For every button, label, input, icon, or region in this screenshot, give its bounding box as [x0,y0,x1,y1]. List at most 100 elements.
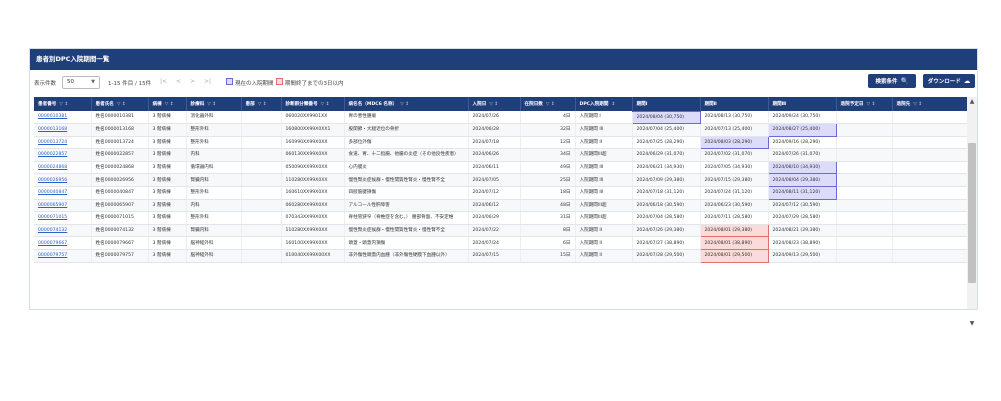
cell-ward: 3 階病棟 [148,148,187,162]
cell-p1: 2024/06/21 (34,930) [632,161,701,175]
cell-dept: 脳神経外科 [186,249,242,263]
cell-part [241,199,282,213]
last-page-button[interactable]: >| [204,78,211,85]
cell-period: 入院期間 III [575,123,633,137]
cell-id[interactable]: 0000079757 [34,249,92,263]
cell-discharge-dest [892,186,971,200]
cell-disease: 頭蓋・頭蓋内損傷 [344,236,469,251]
cell-ward: 3 階病棟 [148,136,187,150]
cell-days: 34日 [520,148,576,162]
cell-disease: 股関節・大腿近位の骨折 [344,123,469,137]
cell-id[interactable]: 0000071015 [34,211,92,225]
next-page-button[interactable]: > [190,78,195,85]
cell-id[interactable]: 0000013168 [34,123,92,137]
col-header-label: 退院予定日 [840,102,864,107]
table-row: 0000013168 姓名0000013168 3 階病棟 整形外科 160800XX9… [34,123,971,137]
cell-p2: 2024/07/11 (28,580) [700,211,769,225]
cell-id[interactable]: 0000065907 [34,199,92,213]
cell-ward: 3 階病棟 [148,186,187,200]
filter-sort-icon: ▽ ↕ [59,102,69,107]
cell-disease: アルコール性肝障害 [344,199,469,213]
cell-id[interactable]: 0000074132 [34,224,92,238]
col-header[interactable]: 入院日 ▽ ↕ [468,97,521,111]
panel-title: 患者別DPC入院期間一覧 [30,49,977,70]
cell-dpc: 060130XX99X0XX [281,148,345,162]
prev-page-button[interactable]: < [176,78,181,85]
cell-part [241,173,282,188]
cell-discharge-date [836,236,893,251]
cell-dpc: 160100XX99X0XX [281,236,345,251]
cell-discharge-dest [892,148,971,162]
cell-dept: 腎臓内科 [186,173,242,188]
col-header[interactable]: 診療科 ▽ ↕ [186,97,242,111]
cell-disease: 四肢筋腱損傷 [344,186,469,200]
col-header-label: 在院日数 [524,102,543,107]
cell-id[interactable]: 0000079667 [34,236,92,251]
cell-admit: 2024/06/29 [468,211,521,225]
cell-id[interactable]: 0000026956 [34,173,92,188]
col-header[interactable]: 患者番号 ▽ ↕ [34,97,92,111]
table-row: 0000071015 姓名0000071015 3 階病棟 整形外科 070343XX9… [34,211,971,225]
cell-p3: 2024/08/21 (29,380) [768,224,837,238]
cell-days: 18日 [520,186,576,200]
page-size-select[interactable]: 50 ▼ [62,76,100,89]
toolbar: 表示件数 50 ▼ 1-15 件目 / 15件 |< < > >| 現在の入院期… [30,70,977,96]
cell-p3: 2024/09/24 (30,750) [768,111,837,125]
cell-dept: 循環器内科 [186,161,242,175]
cell-period: 入院期間 II [575,236,633,251]
cell-period: 入院期間 I [575,111,633,125]
col-header: 期間Ⅰ [632,97,701,111]
cell-discharge-dest [892,111,971,125]
col-header[interactable]: 診断群分類番号 ▽ ↕ [281,97,345,111]
cell-id[interactable]: 0000024868 [34,161,92,175]
cell-discharge-date [836,249,893,263]
cell-ward: 3 階病棟 [148,199,187,213]
col-header[interactable]: 退院予定日 ▽ ↕ [836,97,893,111]
cell-p2: 2024/07/13 (25,400) [700,123,769,137]
download-button[interactable]: ダウンロード ☁ [923,74,975,88]
col-header[interactable]: 在院日数 ▽ ↕ [520,97,576,111]
legend-current-swatch [226,78,233,85]
scroll-up-arrow-icon[interactable]: ▲ [967,97,977,107]
scroll-down-arrow-icon[interactable]: ▼ [967,319,977,329]
cloud-download-icon: ☁ [963,77,971,85]
col-header[interactable]: 病名名（MDC6 名称） ▽ ↕ [344,97,469,111]
cell-discharge-dest [892,123,971,137]
cell-id[interactable]: 0000040847 [34,186,92,200]
col-header[interactable]: 病棟 ▽ ↕ [148,97,187,111]
cell-p3: 2024/08/11 (31,120) [767,186,837,200]
filter-sort-icon: ▽ ↕ [116,102,126,107]
table-row: 0000040847 姓名0000040847 3 階病棟 整形外科 160610XX9… [34,186,971,200]
page-size-label: 表示件数 [34,81,57,87]
cell-id[interactable]: 0000013724 [34,136,92,150]
cell-period: 入院期間 III [575,173,633,188]
search-button-label: 検索条件 [875,79,898,85]
cell-days: 12日 [520,136,576,150]
cell-ward: 3 階病棟 [148,224,187,238]
cell-discharge-dest [892,211,971,225]
col-header[interactable]: 患部 ▽ ↕ [241,97,282,111]
first-page-button[interactable]: |< [160,78,167,85]
col-header[interactable]: 退院先 ▽ ↕ [892,97,971,111]
col-header[interactable]: 患者氏名 ▽ ↕ [91,97,149,111]
cell-disease: 非外傷性頭蓋内血腫（非外傷性硬膜下血腫以外） [344,249,469,263]
cell-dept: 内科 [186,148,242,162]
cell-ward: 3 階病棟 [148,111,187,125]
col-header[interactable]: DPC入院期間 ↕ [575,97,633,111]
table-body: 0000010381 姓名0000010381 3 階病棟 消化器外科 060020XX… [34,110,971,263]
col-header-label: DPC入院期間 [579,102,609,107]
cell-name: 姓名0000040847 [91,186,149,200]
cell-dept: 整形外科 [186,136,242,150]
cell-id[interactable]: 0000010381 [34,111,92,125]
cell-dpc: 060020XX9901XX [281,111,345,125]
cell-id[interactable]: 0000022857 [34,148,92,162]
cell-part [241,148,282,162]
cell-p1: 2024/06/18 (30,590) [632,199,701,213]
cell-ward: 3 階病棟 [148,236,187,251]
search-conditions-button[interactable]: 検索条件 🔍 [868,74,916,88]
cell-admit: 2024/07/15 [468,249,521,263]
cell-p2: 2024/07/15 (29,380) [700,173,769,188]
col-header-label: 入院日 [472,102,487,107]
col-header-label: 患者氏名 [95,102,114,107]
scrollbar-thumb[interactable] [968,143,976,283]
